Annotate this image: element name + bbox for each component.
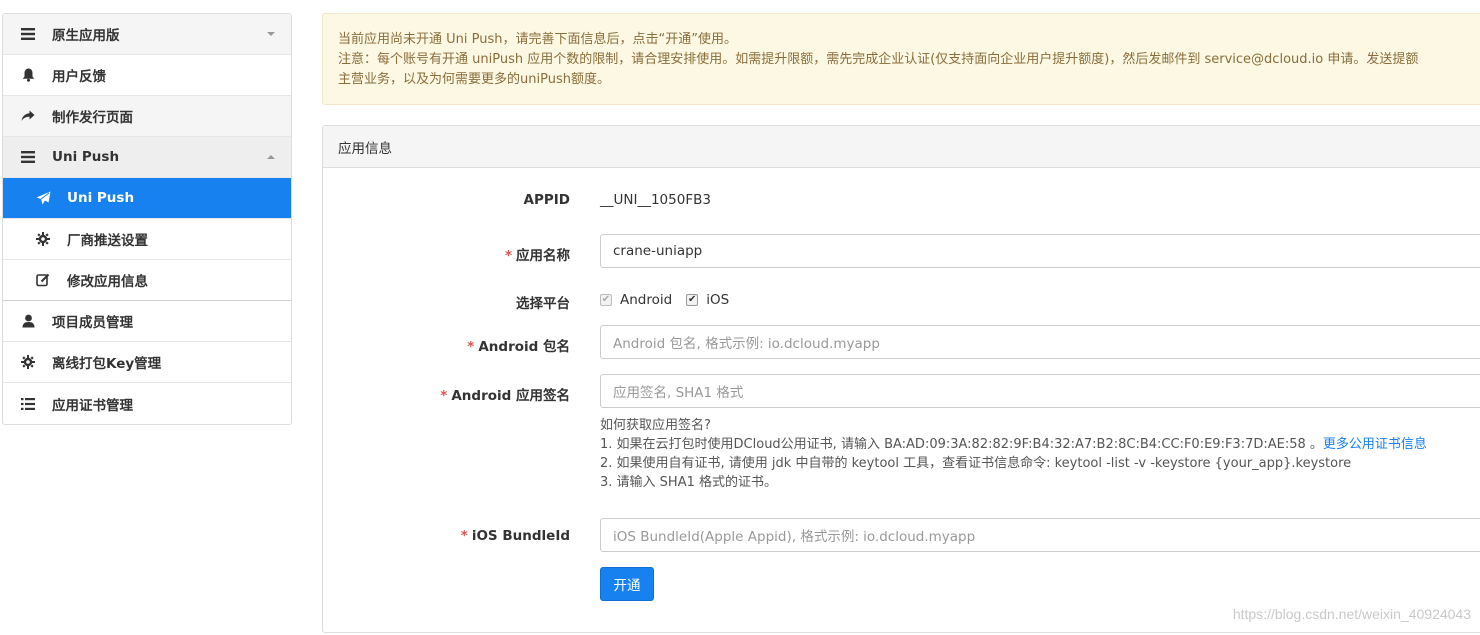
ios-bundle-input[interactable]: iOS BundleId(Apple Appid), 格式示例: io.dclo… [600, 518, 1480, 552]
ios-checkbox[interactable]: ✔ [686, 294, 699, 306]
signature-help: 如何获取应用签名? 1. 如果在云打包时使用DCloud公用证书, 请输入 BA… [600, 416, 1427, 492]
chevron-down-icon [267, 32, 275, 36]
alert-line: 注意：每个账号有开通 uniPush 应用个数的限制，请合理安排使用。如需提升限… [338, 52, 1419, 67]
alert-line: 主营业务，以及为何需要更多的uniPush额度。 [338, 72, 610, 87]
sidebar-item-label: 离线打包Key管理 [52, 356, 162, 372]
android-checkbox[interactable]: ✔ [600, 294, 612, 306]
sidebar-item-label: 厂商推送设置 [67, 233, 148, 249]
sidebar-item-label: Uni Push [67, 190, 135, 206]
required-mark: * [467, 339, 475, 355]
sidebar-item-label: 原生应用版 [52, 28, 120, 44]
required-mark: * [460, 528, 468, 544]
ios-bundle-label: * iOS BundleId [460, 528, 570, 544]
sidebar: 原生应用版 用户反馈 制作发行页面 Uni Push Uni Push 厂商推送… [2, 13, 292, 425]
panel-title: 应用信息 [323, 126, 1480, 168]
sidebar-item-label: Uni Push [52, 149, 120, 165]
required-mark: * [440, 388, 448, 404]
menu-icon [18, 26, 38, 42]
app-name-label: * 应用名称 [504, 248, 570, 264]
user-icon [18, 313, 38, 329]
android-package-label: * Android 包名 [467, 339, 570, 355]
ios-option-label: iOS [706, 292, 730, 308]
sidebar-item-native-app[interactable]: 原生应用版 [3, 14, 291, 55]
public-cert-link[interactable]: 更多公用证书信息 [1323, 437, 1427, 452]
warning-alert: 当前应用尚未开通 Uni Push，请完善下面信息后，点击“开通”使用。 注意：… [322, 13, 1480, 105]
platform-label: 选择平台 [516, 296, 570, 312]
activate-button[interactable]: 开通 [600, 567, 654, 601]
help-line-2: 2. 如果使用自有证书, 请使用 jdk 中自带的 keytool 工具，查看证… [600, 456, 1352, 471]
bell-icon [18, 67, 38, 83]
help-question: 如何获取应用签名? [600, 418, 711, 433]
required-mark: * [504, 248, 512, 264]
appid-value: __UNI__1050FB3 [600, 192, 711, 208]
android-package-placeholder: Android 包名, 格式示例: io.dcloud.myapp [613, 336, 880, 352]
app-info-panel: 应用信息 APPID __UNI__1050FB3 * 应用名称 crane-un… [322, 125, 1480, 633]
app-name-value: crane-uniapp [613, 243, 703, 259]
help-line-3: 3. 请输入 SHA1 格式的证书。 [600, 475, 777, 490]
android-signature-placeholder: 应用签名, SHA1 格式 [613, 385, 744, 401]
ios-bundle-placeholder: iOS BundleId(Apple Appid), 格式示例: io.dclo… [613, 529, 976, 545]
list-icon [18, 396, 38, 412]
gear-icon [33, 231, 53, 247]
alert-line: 当前应用尚未开通 Uni Push，请完善下面信息后，点击“开通”使用。 [338, 32, 737, 47]
android-option-label: Android [620, 292, 673, 308]
watermark: https://blog.csdn.net/weixin_40924043 [1232, 606, 1471, 622]
sidebar-item-vendor-push-settings[interactable]: 厂商推送设置 [3, 219, 291, 260]
android-package-input[interactable]: Android 包名, 格式示例: io.dcloud.myapp [600, 325, 1480, 359]
sidebar-item-feedback[interactable]: 用户反馈 [3, 55, 291, 96]
android-signature-label: * Android 应用签名 [440, 388, 570, 404]
menu-icon [18, 149, 38, 165]
share-arrow-icon [18, 108, 38, 124]
sidebar-item-uni-push[interactable]: Uni Push [3, 178, 291, 219]
android-signature-input[interactable]: 应用签名, SHA1 格式 [600, 374, 1480, 408]
sidebar-item-uni-push-group[interactable]: Uni Push [3, 137, 291, 178]
sidebar-item-label: 制作发行页面 [52, 110, 133, 126]
send-icon [33, 190, 53, 206]
sidebar-item-label: 项目成员管理 [52, 315, 133, 331]
sidebar-item-edit-app-info[interactable]: 修改应用信息 [3, 260, 291, 301]
platform-options: ✔ Android ✔ iOS [600, 292, 729, 308]
help-line-1: 1. 如果在云打包时使用DCloud公用证书, 请输入 BA:AD:09:3A:… [600, 437, 1427, 452]
sidebar-item-label: 应用证书管理 [52, 397, 133, 414]
gear-icon [18, 354, 38, 370]
app-name-input[interactable]: crane-uniapp [600, 234, 1480, 268]
sidebar-item-offline-key[interactable]: 离线打包Key管理 [3, 342, 291, 383]
sidebar-item-label: 用户反馈 [52, 69, 106, 85]
sidebar-item-certificates[interactable]: 应用证书管理 [3, 383, 291, 424]
sidebar-item-release-page[interactable]: 制作发行页面 [3, 96, 291, 137]
appid-label: APPID [523, 192, 570, 208]
edit-icon [33, 272, 53, 288]
chevron-up-icon [267, 155, 275, 159]
sidebar-item-members[interactable]: 项目成员管理 [3, 301, 291, 342]
sidebar-item-label: 修改应用信息 [67, 274, 148, 290]
